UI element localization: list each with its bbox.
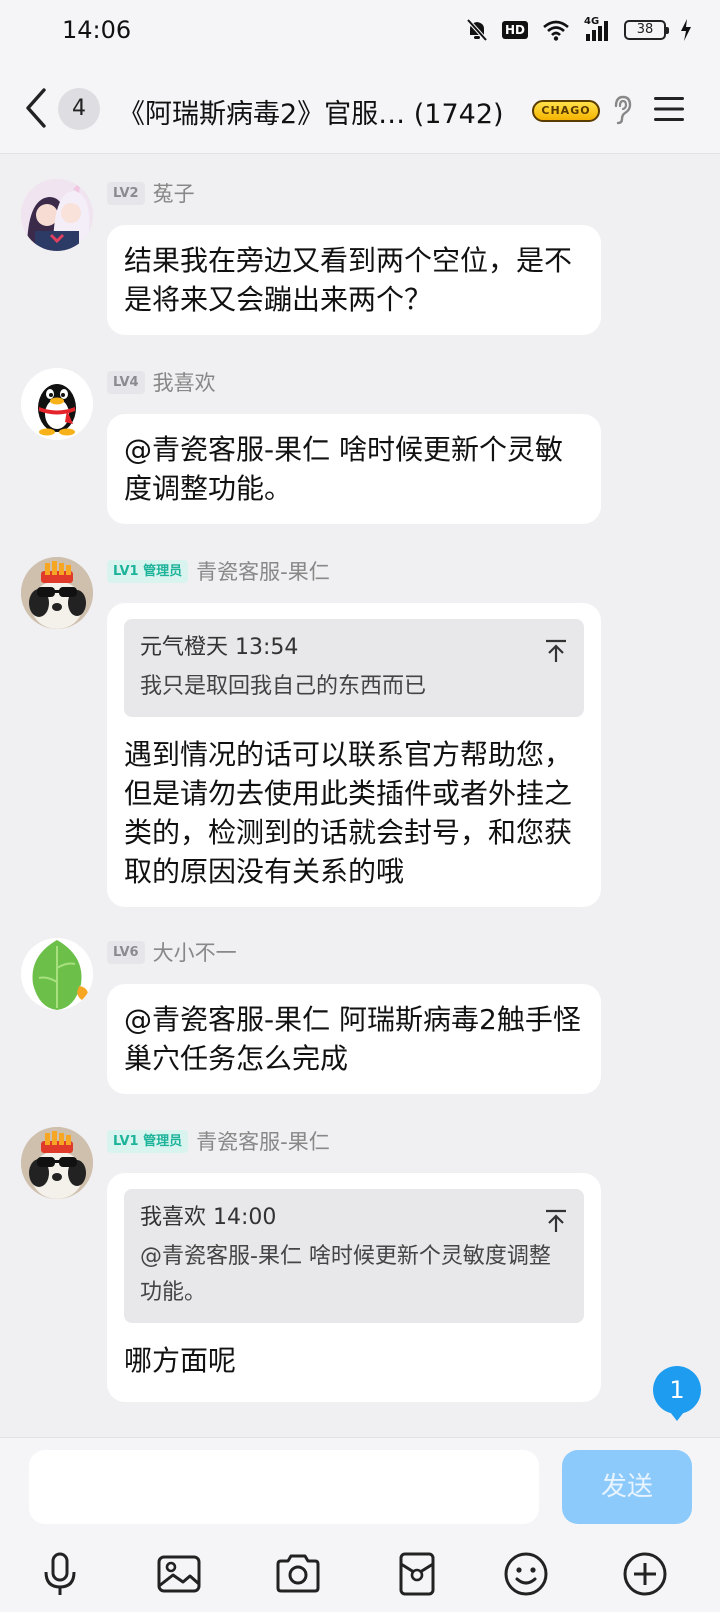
message-bubble[interactable]: 元气橙天 13:54 我只是取回我自己的东西而已 遇到情况的话可以联系官方帮助您… [107, 603, 601, 907]
mic-icon [44, 1552, 76, 1595]
dog-sunglasses-avatar-icon [21, 1127, 93, 1199]
level-badge: LV4 [107, 370, 145, 394]
group-title[interactable]: 《阿瑞斯病毒2》官服… (1742) [118, 92, 528, 131]
chat-message: LV2 菟子 结果我在旁边又看到两个空位，是不是将来又会蹦出来两个？ [0, 179, 720, 339]
message-meta: LV4 我喜欢 [107, 368, 216, 396]
message-meta: LV6 大小不一 [107, 938, 237, 966]
emoji-icon [504, 1552, 548, 1596]
quote-author-time: 元气橙天 13:54 [140, 635, 299, 660]
chat-message: LV1 管理员 青瓷客服-果仁 我喜欢 14:00 @青瓷客服-果仁 啥时候更新… [0, 1127, 720, 1437]
camera-icon [276, 1554, 320, 1593]
quoted-message[interactable]: 元气橙天 13:54 我只是取回我自己的东西而已 [124, 619, 584, 717]
message-meta: LV1 管理员 青瓷客服-果仁 [107, 1127, 330, 1155]
image-button[interactable] [155, 1550, 203, 1598]
dog-sunglasses-avatar-icon [21, 557, 93, 629]
avatar[interactable] [21, 557, 93, 629]
sender-name[interactable]: 菟子 [153, 178, 195, 208]
quote-text: 我只是取回我自己的东西而已 [140, 674, 427, 699]
status-time: 14:06 [62, 16, 132, 44]
image-icon [157, 1555, 201, 1593]
message-text: 结果我在旁边又看到两个空位，是不是将来又会蹦出来两个？ [124, 244, 573, 316]
message-text: 遇到情况的话可以联系官方帮助您，但是请勿去使用此类插件或者外挂之类的，检测到的话… [124, 738, 573, 888]
admin-level-badge: LV1 管理员 [107, 1129, 189, 1153]
message-meta: LV1 管理员 青瓷客服-果仁 [107, 557, 330, 585]
hamburger-menu-icon [654, 97, 684, 121]
avatar[interactable] [21, 179, 93, 251]
chat-message-list[interactable]: LV2 菟子 结果我在旁边又看到两个空位，是不是将来又会蹦出来两个？ LV4 我… [0, 155, 720, 1437]
signal-icon: 4G [584, 16, 610, 42]
leaf-avatar-icon [21, 938, 93, 1010]
message-bubble[interactable]: 结果我在旁边又看到两个空位，是不是将来又会蹦出来两个？ [107, 225, 601, 335]
chat-message: LV4 我喜欢 @青瓷客服-果仁 啥时候更新个灵敏度调整功能。 [0, 368, 720, 528]
menu-button[interactable] [652, 94, 686, 124]
avatar[interactable] [21, 938, 93, 1010]
chago-badge[interactable]: CHAGO [532, 100, 600, 122]
red-packet-button[interactable] [393, 1550, 441, 1598]
input-toolbar [0, 1544, 720, 1604]
ear-icon [614, 95, 632, 125]
chevron-left-icon [26, 88, 46, 128]
earpiece-mode-button[interactable] [610, 94, 634, 126]
penguin-avatar-icon [21, 368, 93, 440]
sender-name[interactable]: 青瓷客服-果仁 [196, 556, 330, 586]
sender-name[interactable]: 我喜欢 [153, 367, 216, 397]
camera-button[interactable] [274, 1550, 322, 1598]
arrow-up-to-top-icon [546, 1209, 566, 1232]
anime-girls-avatar-icon [21, 179, 93, 251]
red-packet-icon [399, 1552, 435, 1596]
sender-name[interactable]: 大小不一 [153, 937, 237, 967]
status-bar: 14:06 HD 4G 38 [0, 0, 720, 64]
quote-author-time: 我喜欢 14:00 [140, 1205, 277, 1230]
message-meta: LV2 菟子 [107, 179, 195, 207]
level-badge: LV2 [107, 181, 145, 205]
battery-icon: 38 [624, 20, 669, 40]
message-text: @青瓷客服-果仁 阿瑞斯病毒2触手怪巢穴任务怎么完成 [124, 1003, 581, 1075]
admin-level-badge: LV1 管理员 [107, 559, 189, 583]
quote-text: @青瓷客服-果仁 啥时候更新个灵敏度调整功能。 [140, 1244, 551, 1305]
mute-bell-icon [466, 18, 488, 42]
message-bubble[interactable]: @青瓷客服-果仁 阿瑞斯病毒2触手怪巢穴任务怎么完成 [107, 984, 601, 1094]
jump-to-original-button[interactable] [544, 635, 568, 662]
avatar[interactable] [21, 1127, 93, 1199]
message-text: 哪方面呢 [124, 1344, 237, 1377]
voice-button[interactable] [36, 1550, 84, 1598]
wifi-icon [543, 20, 569, 41]
status-icons: HD 4G 38 [466, 16, 692, 42]
message-bubble[interactable]: 我喜欢 14:00 @青瓷客服-果仁 啥时候更新个灵敏度调整功能。 哪方面呢 [107, 1173, 601, 1402]
input-area: 发送 [0, 1437, 720, 1612]
charging-icon [681, 19, 691, 41]
quoted-message[interactable]: 我喜欢 14:00 @青瓷客服-果仁 啥时候更新个灵敏度调整功能。 [124, 1189, 584, 1323]
more-button[interactable] [621, 1550, 669, 1598]
arrow-up-to-top-icon [546, 639, 566, 662]
back-button[interactable] [20, 86, 52, 130]
plus-icon [623, 1552, 667, 1596]
message-input[interactable] [29, 1450, 539, 1524]
emoji-button[interactable] [502, 1550, 550, 1598]
message-text: @青瓷客服-果仁 啥时候更新个灵敏度调整功能。 [124, 433, 564, 505]
level-badge: LV6 [107, 940, 145, 964]
send-button[interactable]: 发送 [562, 1450, 692, 1524]
avatar[interactable] [21, 368, 93, 440]
sender-name[interactable]: 青瓷客服-果仁 [196, 1126, 330, 1156]
jump-to-original-button[interactable] [544, 1205, 568, 1232]
hd-icon: HD [501, 21, 528, 39]
message-bubble[interactable]: @青瓷客服-果仁 啥时候更新个灵敏度调整功能。 [107, 414, 601, 524]
chat-message: LV1 管理员 青瓷客服-果仁 元气橙天 13:54 我只是取回我自己的东西而已… [0, 557, 720, 922]
unread-count-badge[interactable]: 4 [58, 88, 100, 130]
chat-message: LV6 大小不一 @青瓷客服-果仁 阿瑞斯病毒2触手怪巢穴任务怎么完成 [0, 938, 720, 1098]
chat-header: 4 《阿瑞斯病毒2》官服… (1742) CHAGO [0, 64, 720, 154]
new-message-badge[interactable]: 1 [653, 1366, 701, 1421]
